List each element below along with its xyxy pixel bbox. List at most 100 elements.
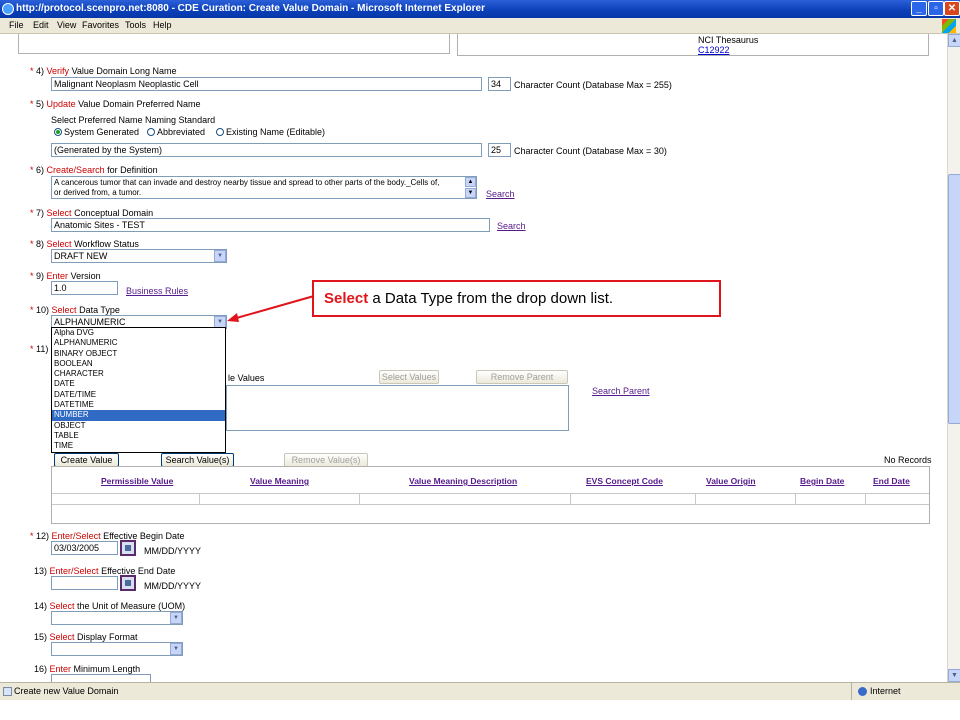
step8-label: * 8) Select Workflow Status (30, 239, 139, 249)
nci-code-link[interactable]: C12922 (698, 45, 730, 55)
parent-list-box[interactable] (226, 385, 569, 431)
step13-label: 13) Enter/Select Effective End Date (34, 566, 176, 576)
instruction-callout: Select a Data Type from the drop down li… (312, 280, 721, 317)
globe-icon (858, 687, 867, 696)
naming-standard-label: Select Preferred Name Naming Standard (51, 115, 216, 125)
definition-search-link[interactable]: Search (486, 189, 515, 199)
close-button[interactable]: ✕ (944, 1, 960, 16)
display-format-select[interactable]: ▼ (51, 642, 183, 656)
description-box (18, 34, 450, 54)
ie-icon (2, 3, 14, 15)
menu-help[interactable]: Help (153, 20, 172, 30)
long-name-count: 34 (488, 77, 511, 91)
scroll-up-icon[interactable]: ▲ (465, 177, 476, 187)
long-name-count-label: Character Count (Database Max = 255) (514, 80, 672, 90)
chevron-down-icon[interactable]: ▼ (170, 612, 182, 624)
remove-values-button[interactable]: Remove Value(s) (284, 453, 368, 467)
begin-date-input[interactable]: 03/03/2005 (51, 541, 118, 555)
dropdown-option[interactable]: BINARY OBJECT (52, 349, 225, 359)
menu-tools[interactable]: Tools (125, 20, 146, 30)
business-rules-link[interactable]: Business Rules (126, 286, 188, 296)
dropdown-option[interactable]: Alpha DVG (52, 328, 225, 338)
chevron-down-icon[interactable]: ▼ (214, 250, 226, 262)
dropdown-option[interactable]: ALPHANUMERIC (52, 338, 225, 348)
preferred-name-count: 25 (488, 143, 511, 157)
scrollbar-thumb[interactable] (948, 174, 960, 424)
remove-parent-button[interactable]: Remove Parent (476, 370, 568, 384)
menu-file[interactable]: File (9, 20, 24, 30)
preferred-name-input[interactable]: (Generated by the System) (51, 143, 482, 157)
grid-empty-row (52, 493, 929, 505)
definition-textarea[interactable]: A cancerous tumor that can invade and de… (51, 176, 477, 199)
grid-header-value-meaning-description[interactable]: Value Meaning Description (409, 476, 517, 486)
radio-abbreviated[interactable]: Abbreviated (147, 127, 205, 137)
dropdown-option-selected[interactable]: NUMBER (52, 410, 225, 421)
chevron-down-icon[interactable]: ▼ (170, 643, 182, 655)
workflow-status-select[interactable]: DRAFT NEW ▼ (51, 249, 227, 263)
radio-existing-name[interactable]: Existing Name (Editable) (216, 127, 325, 137)
menu-bar: File Edit View Favorites Tools Help (0, 18, 960, 34)
dropdown-option[interactable]: TIME (52, 441, 225, 451)
search-values-button[interactable]: Search Value(s) (161, 453, 234, 467)
status-divider (851, 683, 852, 700)
radio-off-icon (216, 128, 224, 136)
dropdown-option[interactable]: DATETIME (52, 400, 225, 410)
page-content: NCI Thesaurus C12922 * 4) Verify Value D… (0, 34, 947, 682)
grid-header-evs-concept-code[interactable]: EVS Concept Code (586, 476, 663, 486)
callout-arrow (227, 295, 315, 322)
grid-header-value-meaning[interactable]: Value Meaning (250, 476, 309, 486)
grid-col-divider (199, 493, 200, 505)
dropdown-option[interactable]: DATE (52, 379, 225, 389)
nci-thesaurus-label: NCI Thesaurus (698, 35, 759, 45)
calendar-icon[interactable] (120, 540, 136, 556)
step11-label: * 11) (30, 344, 49, 354)
step14-label: 14) Select the Unit of Measure (UOM) (34, 601, 186, 611)
window-title: http://protocol.scenpro.net:8080 - CDE C… (16, 3, 485, 14)
minimize-button[interactable]: _ (911, 1, 927, 16)
concept-box (457, 34, 929, 56)
vertical-scrollbar[interactable]: ▲ ▼ (947, 34, 960, 682)
bottom-margin (0, 700, 960, 720)
grid-header-value-origin[interactable]: Value Origin (706, 476, 756, 486)
dropdown-option[interactable]: CHARACTER (52, 369, 225, 379)
callout-text: a Data Type from the drop down list. (368, 290, 614, 307)
grid-col-divider (865, 493, 866, 505)
search-parent-link[interactable]: Search Parent (592, 386, 650, 396)
step16-label: 16) Enter Minimum Length (34, 664, 141, 674)
scroll-up-icon[interactable]: ▲ (948, 34, 960, 47)
step12-label: * 12) Enter/Select Effective Begin Date (30, 531, 185, 541)
conceptual-domain-input[interactable]: Anatomic Sites - TEST (51, 218, 490, 232)
page-icon (3, 687, 12, 696)
calendar-icon[interactable] (120, 575, 136, 591)
uom-select[interactable]: ▼ (51, 611, 183, 625)
min-length-input[interactable] (51, 674, 151, 682)
windows-logo-icon (942, 19, 956, 33)
menu-favorites[interactable]: Favorites (82, 20, 119, 30)
dropdown-option[interactable]: DATE/TIME (52, 390, 225, 400)
grid-header-permissible-value[interactable]: Permissible Value (101, 476, 173, 486)
step5-label: * 5) Update Value Domain Preferred Name (30, 99, 201, 109)
dropdown-option[interactable]: OBJECT (52, 421, 225, 431)
grid-header-end-date[interactable]: End Date (873, 476, 910, 486)
scroll-down-icon[interactable]: ▼ (465, 188, 476, 198)
arrow-line (232, 295, 315, 320)
dropdown-option[interactable]: TABLE (52, 431, 225, 441)
menu-edit[interactable]: Edit (33, 20, 49, 30)
create-value-button[interactable]: Create Value (54, 453, 119, 467)
scroll-down-icon[interactable]: ▼ (948, 669, 960, 682)
menu-view[interactable]: View (57, 20, 76, 30)
conceptual-domain-search-link[interactable]: Search (497, 221, 526, 231)
step7-label: * 7) Select Conceptual Domain (30, 208, 154, 218)
radio-system-generated[interactable]: System Generated (54, 127, 139, 137)
maximize-button[interactable]: ▫ (928, 1, 944, 16)
dropdown-option[interactable]: BOOLEAN (52, 359, 225, 369)
grid-col-divider (695, 493, 696, 505)
grid-col-divider (570, 493, 571, 505)
step9-label: * 9) Enter Version (30, 271, 101, 281)
end-date-input[interactable] (51, 576, 118, 590)
version-input[interactable]: 1.0 (51, 281, 118, 295)
callout-action: Select (324, 290, 369, 307)
long-name-input[interactable]: Malignant Neoplasm Neoplastic Cell (51, 77, 482, 91)
grid-header-begin-date[interactable]: Begin Date (800, 476, 844, 486)
select-values-button[interactable]: Select Values (379, 370, 439, 384)
